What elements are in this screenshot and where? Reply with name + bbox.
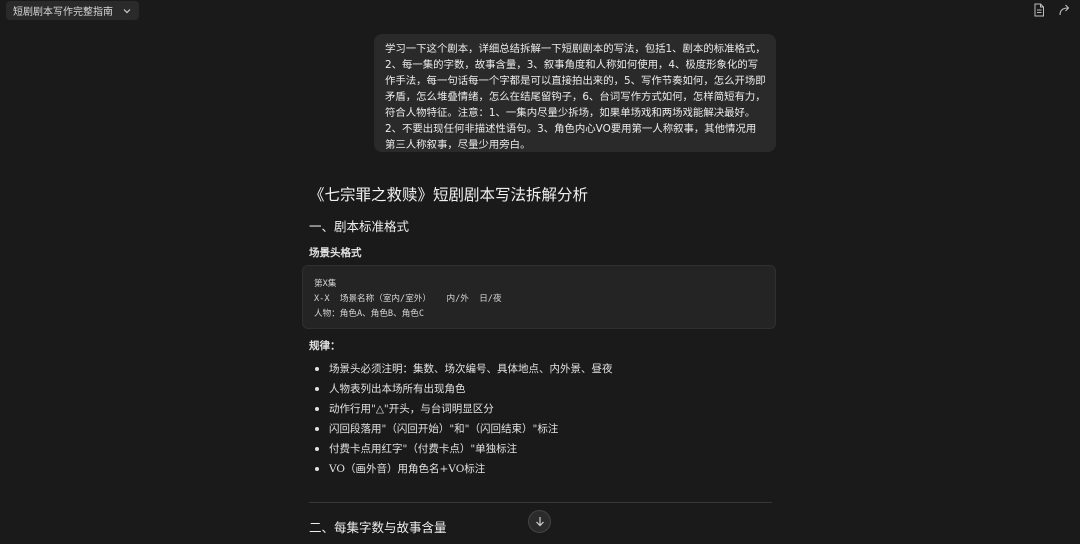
list-item: 场景头必须注明：集数、场次编号、具体地点、内外景、昼夜 [313, 360, 613, 380]
divider [309, 502, 772, 503]
document-icon[interactable] [1032, 3, 1046, 17]
code-line: 第X集 [314, 279, 337, 289]
bullet-icon [315, 387, 319, 391]
chevron-down-icon [121, 5, 133, 17]
list-item-text: VO（画外音）用角色名+VO标注 [329, 463, 486, 475]
list-item: 闪回段落用"（闪回开始）"和"（闪回结束）"标注 [313, 420, 613, 440]
top-bar: 短剧剧本写作完整指南 [0, 0, 1080, 22]
arrow-down-icon [535, 517, 544, 527]
code-line: 人物：角色A、角色B、角色C [314, 309, 425, 319]
section-heading: 一、剧本标准格式 [309, 219, 410, 234]
list-item: 人物表列出本场所有出现角色 [313, 380, 613, 400]
section-heading: 二、每集字数与故事含量 [309, 520, 447, 535]
scroll-down-button[interactable] [528, 510, 551, 533]
share-icon[interactable] [1058, 3, 1072, 17]
bullet-icon [315, 467, 319, 471]
rules-label: 规律： [309, 340, 341, 352]
rules-list: 场景头必须注明：集数、场次编号、具体地点、内外景、昼夜 人物表列出本场所有出现角… [313, 360, 613, 480]
code-block: 第X集 X-X 场景名称（室内/室外） 内/外 日/夜 人物：角色A、角色B、角色C [302, 265, 776, 329]
bullet-icon [315, 447, 319, 451]
document-title: 短剧剧本写作完整指南 [13, 7, 113, 18]
list-item-text: 动作行用"△"开头，与台词明显区分 [329, 403, 494, 415]
bullet-icon [315, 367, 319, 371]
list-item-text: 场景头必须注明：集数、场次编号、具体地点、内外景、昼夜 [329, 363, 613, 375]
bullet-icon [315, 427, 319, 431]
list-item: 付费卡点用红字"（付费卡点）"单独标注 [313, 440, 613, 460]
document-title-dropdown[interactable]: 短剧剧本写作完整指南 [6, 1, 139, 20]
bullet-icon [315, 407, 319, 411]
list-item: 动作行用"△"开头，与台词明显区分 [313, 400, 613, 420]
list-item-text: 付费卡点用红字"（付费卡点）"单独标注 [329, 443, 518, 455]
list-item-text: 闪回段落用"（闪回开始）"和"（闪回结束）"标注 [329, 423, 559, 435]
subsection-heading: 场景头格式 [309, 247, 362, 259]
list-item: VO（画外音）用角色名+VO标注 [313, 460, 613, 480]
code-line: X-X 场景名称（室内/室外） 内/外 日/夜 [314, 294, 502, 304]
article-title: 《七宗罪之救赎》短剧剧本写法拆解分析 [309, 186, 589, 204]
user-message-bubble: 学习一下这个剧本，详细总结拆解一下短剧剧本的写法，包括1、剧本的标准格式，2、每… [374, 34, 776, 152]
list-item-text: 人物表列出本场所有出现角色 [329, 383, 466, 395]
